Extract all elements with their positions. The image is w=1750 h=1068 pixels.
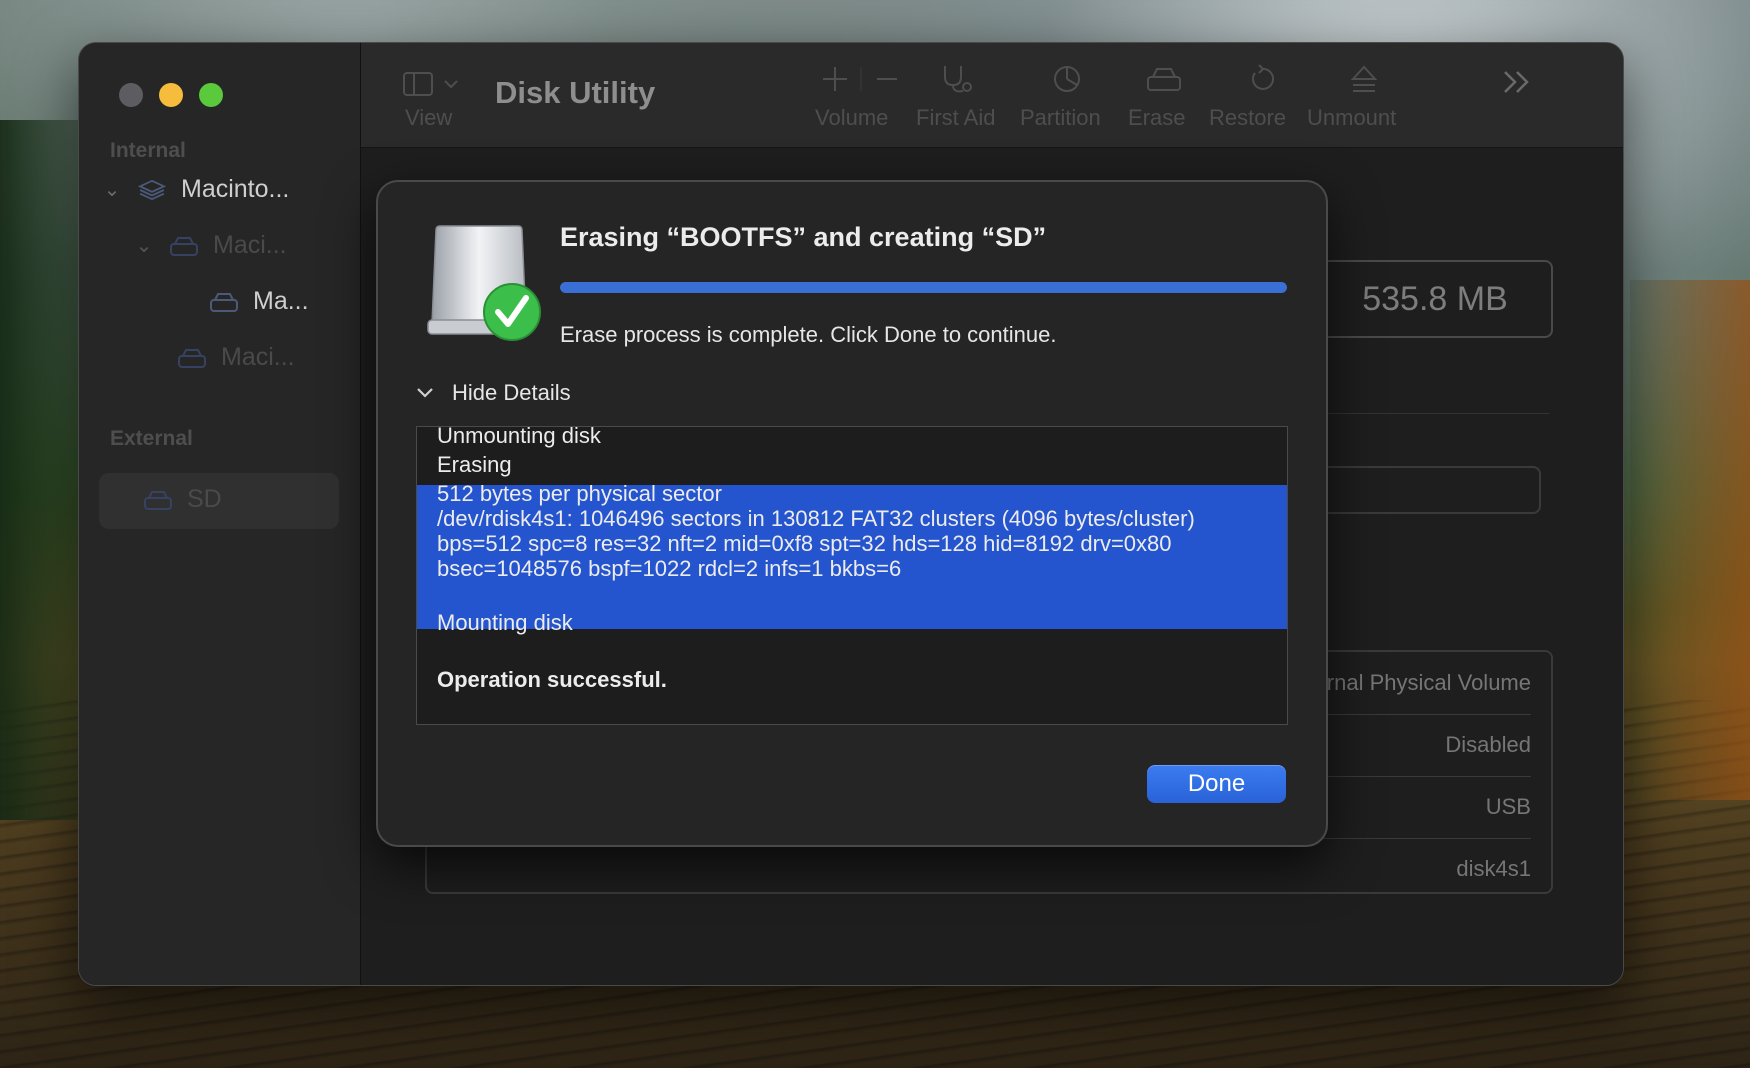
sidebar-item-label: Maci... (213, 231, 287, 259)
volume-button[interactable]: Volume (815, 105, 888, 131)
sidebar-item-macintosh-data[interactable]: Ma... (209, 287, 309, 316)
info-value: USB (1485, 794, 1531, 819)
trees-left-background (0, 120, 90, 820)
toolbar: View Disk Utility Volume First Aid Parti… (361, 43, 1623, 148)
log-line: Unmounting disk (437, 426, 601, 448)
stethoscope-icon[interactable] (939, 63, 975, 95)
chevron-down-icon[interactable]: ⌄ (101, 177, 123, 202)
erase-progress-sheet: Erasing “BOOTFS” and creating “SD” Erase… (376, 180, 1328, 847)
log-line: 512 bytes per physical sector (437, 481, 722, 506)
divider (1321, 838, 1531, 839)
sidebar-item-label: Maci... (221, 343, 295, 371)
sidebar-item-macintosh-volume[interactable]: ⌄ Maci... (133, 231, 287, 260)
log-line: Mounting disk (437, 610, 573, 635)
divider (1321, 413, 1549, 414)
zoom-button[interactable] (199, 83, 223, 107)
hide-details-toggle[interactable]: Hide Details (416, 380, 571, 406)
sidebar-toggle-icon[interactable] (403, 71, 465, 97)
status-message: Erase process is complete. Click Done to… (560, 322, 1057, 347)
sidebar-item-label: SD (187, 485, 222, 513)
details-log[interactable]: Unmounting disk Erasing 512 bytes per ph… (416, 426, 1288, 725)
restore-button[interactable]: Restore (1209, 105, 1286, 131)
sidebar-item-label: Macinto... (181, 175, 290, 203)
progress-bar (560, 282, 1287, 293)
disk-icon (144, 490, 172, 510)
minimize-button[interactable] (159, 83, 183, 107)
done-button[interactable]: Done (1147, 765, 1286, 803)
divider (1321, 776, 1531, 777)
close-button[interactable] (119, 83, 143, 107)
chevron-down-icon[interactable]: ⌄ (133, 233, 155, 258)
usage-bar (1321, 466, 1541, 514)
capacity-display: 535.8 MB (1317, 260, 1553, 338)
sidebar-item-macintosh-other[interactable]: Maci... (177, 343, 295, 372)
progress-fill (560, 282, 1287, 293)
eraser-disk-icon[interactable] (1145, 63, 1183, 95)
sidebar-item-label: Ma... (253, 287, 309, 315)
info-value: Disabled (1445, 732, 1531, 757)
sheet-title: Erasing “BOOTFS” and creating “SD” (560, 222, 1047, 252)
log-line: bsec=1048576 bspf=1022 rdcl=2 infs=1 bkb… (437, 556, 902, 581)
unmount-button[interactable]: Unmount (1307, 105, 1396, 131)
sidebar-section-external: External (110, 427, 193, 450)
erase-button[interactable]: Erase (1128, 105, 1185, 131)
first-aid-button[interactable]: First Aid (916, 105, 995, 131)
info-value: disk4s1 (1456, 856, 1531, 881)
log-line: bps=512 spc=8 res=32 nft=2 mid=0xf8 spt=… (437, 531, 1172, 556)
disk-icon (170, 236, 198, 256)
sidebar-item-macintosh-container[interactable]: ⌄ Macinto... (101, 175, 290, 204)
divider (1321, 714, 1531, 715)
info-value: rnal Physical Volume (1326, 670, 1531, 695)
app-title: Disk Utility (495, 75, 656, 110)
add-remove-volume-icon[interactable] (821, 63, 901, 95)
trees-right-background (1630, 280, 1750, 800)
chevron-double-right-icon[interactable] (1501, 69, 1531, 95)
disk-icon (178, 348, 206, 368)
disk-checkmark-icon (427, 225, 541, 341)
chevron-down-icon (417, 388, 433, 398)
details-toggle-label: Hide Details (452, 380, 571, 405)
sidebar-section-internal: Internal (110, 139, 186, 162)
restore-icon[interactable] (1247, 63, 1277, 95)
sidebar-item-sd[interactable]: SD (143, 485, 222, 514)
sidebar: Internal ⌄ Macinto... ⌄ Maci... Ma... Ma… (79, 43, 361, 985)
log-line: Erasing (437, 452, 512, 477)
partition-button[interactable]: Partition (1020, 105, 1101, 131)
pie-chart-icon[interactable] (1051, 63, 1083, 95)
disk-icon (210, 292, 238, 312)
log-line: /dev/rdisk4s1: 1046496 sectors in 130812… (437, 506, 1195, 531)
layers-icon (137, 179, 167, 200)
window-controls (119, 83, 223, 107)
eject-icon[interactable] (1349, 63, 1379, 95)
log-line-result: Operation successful. (437, 667, 667, 692)
view-button[interactable]: View (405, 105, 452, 131)
